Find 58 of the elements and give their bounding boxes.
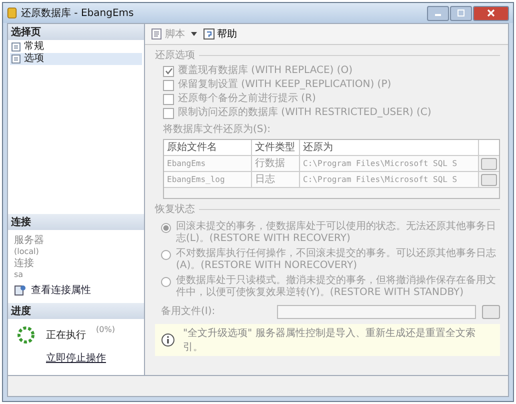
checkbox-label: 保留复制设置 (WITH KEEP_REPLICATION) (P) [178,79,392,91]
checkbox-label: 还原每个备份之前进行提示 (R) [178,93,316,105]
caret-icon[interactable] [190,31,198,37]
files-label: 将数据库文件还原为(S): [162,122,272,136]
properties-icon [14,284,26,296]
table-cell: EbangEms_log [164,172,252,188]
login-label: 连接 [14,256,35,270]
radio-label: 不对数据库执行任何操作，不回滚未提交的事务。可以还原其他事务日志(A)。(RESTORE WITH NORECOVERY) [176,248,497,272]
radio-button[interactable] [161,250,171,260]
standby-file-field[interactable] [277,305,476,319]
minimize-button[interactable] [427,6,449,20]
table-cell: C:\Program Files\Microsoft SQL S [300,156,479,172]
script-icon [151,28,163,40]
checkbox[interactable] [163,80,174,90]
page-icon [11,42,21,52]
server-value: (local) [14,247,39,256]
window-title: 还原数据库 - EbangEms [21,6,134,20]
section-header: 进度 [8,303,144,319]
checkbox-label: 覆盖现有数据库 (WITH REPLACE) (O) [178,65,353,77]
browse-button[interactable] [481,174,497,186]
radio-button[interactable] [161,223,171,233]
checkbox[interactable] [163,66,174,76]
sidebar-item[interactable]: 选项 [10,53,142,65]
progress-percent: (0%) [96,325,115,334]
info-icon [161,333,175,347]
radio-button[interactable] [161,277,171,287]
info-message: "全文升级选项" 服务器属性控制是导入、重新生成还是重置全文索引。 [182,326,476,354]
standby-file-label: 备用文件(I): [161,306,216,318]
maximize-icon [456,9,466,17]
checkbox[interactable] [163,94,174,104]
spinner-icon [16,325,36,345]
server-label: 服务器 [14,234,45,247]
table-cell: 日志 [252,172,300,188]
group-title: 恢复状态 [155,202,195,216]
maximize-button[interactable] [450,6,472,20]
page-icon [11,54,21,64]
database-icon [7,7,17,19]
help-button[interactable]: 帮助 [201,26,239,42]
table-cell: C:\Program Files\Microsoft SQL S [300,172,479,188]
browse-button[interactable] [481,158,497,170]
browse-button[interactable] [482,305,500,319]
section-header: 连接 [8,214,144,230]
connection-properties-link[interactable]: 查看连接属性 [31,283,91,297]
stop-link[interactable]: 立即停止操作 [46,351,106,365]
radio-label: 回滚未提交的事务，使数据库处于可以使用的状态。无法还原其他事务日志(L)。(RESTORE WITH RECOVERY) [176,221,497,245]
section-header: 选择页 [8,24,144,40]
radio-label: 使数据库处于只读模式。撤消未提交的事务，但将撤消操作保存在备用文件中，以便可使恢复效果逆转(Y)。(RESTORE WITH STANDBY) [176,275,497,299]
table-cell: EbangEms [164,156,252,172]
sidebar-item[interactable]: 常规 [10,41,142,53]
table-cell: 行数据 [252,156,300,172]
close-button[interactable] [473,6,509,20]
close-icon [486,9,496,17]
progress-status: 正在执行 [46,328,86,342]
checkbox-label: 限制访问还原的数据库 (WITH RESTRICTED_USER) (C) [178,107,432,119]
help-icon [203,28,215,40]
login-value: sa [14,270,24,279]
checkbox[interactable] [163,108,174,118]
group-title: 还原选项 [155,48,195,62]
